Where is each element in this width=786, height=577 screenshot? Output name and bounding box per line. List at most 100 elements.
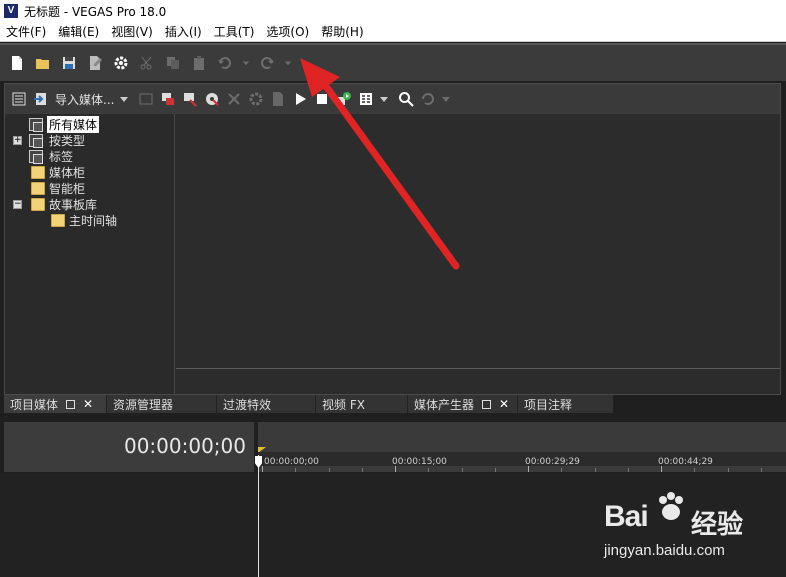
tree-item-by-type[interactable]: + 按类型 — [5, 132, 174, 148]
expand-icon[interactable]: + — [13, 135, 22, 145]
import-dropdown-icon[interactable] — [120, 96, 129, 102]
tree-item-label: 媒体柜 — [49, 165, 86, 180]
media-bin-icon — [29, 117, 43, 132]
views-dropdown-icon[interactable] — [380, 96, 389, 102]
tree-item-main-timeline[interactable]: 主时间轴 — [5, 212, 174, 228]
ruler-tick — [760, 468, 762, 472]
tab-project-notes[interactable]: 项目注释 — [518, 395, 614, 413]
paste-icon[interactable] — [188, 52, 210, 74]
stop-icon[interactable] — [312, 88, 332, 110]
media-list-area[interactable] — [176, 114, 780, 368]
menu-edit[interactable]: 编辑(E) — [52, 23, 105, 40]
project-media-panel: 导入媒体... 所有媒体 + 按类型 标签 媒体柜 智能柜 − 故事板库 主时间… — [4, 83, 781, 395]
open-folder-icon[interactable] — [32, 52, 54, 74]
play-icon[interactable] — [290, 88, 310, 110]
new-file-icon[interactable] — [6, 52, 28, 74]
menu-bar: 文件(F) 编辑(E) 视图(V) 插入(I) 工具(T) 选项(O) 帮助(H… — [0, 22, 786, 42]
timecode-display: 00:00:00;00 — [123, 434, 246, 458]
media-undo-dropdown-icon[interactable] — [442, 96, 451, 102]
ruler-tick — [528, 466, 529, 472]
search-icon[interactable] — [396, 88, 416, 110]
vegas-app-icon: V — [4, 4, 18, 18]
capture-icon[interactable] — [136, 88, 156, 110]
ruler-tick — [561, 468, 563, 472]
tree-item-label: 智能柜 — [49, 181, 86, 196]
disc-icon[interactable] — [202, 88, 222, 110]
view-mode-icon[interactable] — [9, 88, 29, 110]
ruler-label: 00:00:44;29 — [658, 457, 713, 467]
import-media-button[interactable]: 导入媒体... — [55, 91, 114, 108]
tab-explorer[interactable]: 资源管理器 — [107, 395, 217, 413]
tree-item-storyboard[interactable]: − 故事板库 — [5, 196, 174, 212]
folder-icon — [31, 181, 45, 195]
views-icon[interactable] — [356, 88, 376, 110]
ruler-tick — [661, 466, 662, 472]
tree-item-label: 故事板库 — [49, 197, 98, 212]
undo-dropdown-icon[interactable] — [240, 52, 252, 74]
tab-label: 视频 FX — [322, 397, 365, 412]
tree-item-label: 按类型 — [49, 133, 86, 148]
title-bar: V 无标题 - VEGAS Pro 18.0 — [0, 0, 786, 22]
menu-file[interactable]: 文件(F) — [0, 23, 52, 40]
ruler-label: 00:00:15;00 — [392, 457, 447, 467]
tab-transitions[interactable]: 过渡特效 — [217, 395, 316, 413]
get-media-icon[interactable] — [158, 88, 178, 110]
tab-media-generators[interactable]: 媒体产生器 ✕ — [408, 395, 518, 413]
save-icon[interactable] — [58, 52, 80, 74]
ruler-label: 00:00:00;00 — [264, 457, 319, 467]
window-title: 无标题 - VEGAS Pro 18.0 — [24, 4, 167, 19]
folder-icon — [51, 213, 65, 227]
tab-label: 过渡特效 — [223, 397, 272, 412]
media-properties-icon[interactable] — [268, 88, 288, 110]
media-toolbar: 导入媒体... — [5, 84, 780, 114]
tree-item-media-bin[interactable]: 媒体柜 — [5, 164, 174, 180]
menu-insert[interactable]: 插入(I) — [159, 23, 208, 40]
tab-project-media[interactable]: 项目媒体 ✕ — [4, 395, 107, 413]
close-icon[interactable]: ✕ — [83, 397, 93, 411]
redo-icon[interactable] — [256, 52, 278, 74]
auto-preview-icon[interactable] — [334, 88, 354, 110]
tree-item-smart-bin[interactable]: 智能柜 — [5, 180, 174, 196]
tab-label: 项目注释 — [524, 397, 573, 412]
media-undo-icon[interactable] — [418, 88, 438, 110]
window-docking-tabs: 项目媒体 ✕ 资源管理器 过渡特效 视频 FX 媒体产生器 ✕ 项目注释 — [4, 395, 614, 413]
tree-item-label: 主时间轴 — [69, 213, 118, 228]
menu-help[interactable]: 帮助(H) — [315, 23, 369, 40]
menu-tools[interactable]: 工具(T) — [208, 23, 261, 40]
close-icon[interactable]: ✕ — [499, 397, 509, 411]
ruler-tick — [428, 468, 430, 472]
media-bin-icon — [29, 149, 43, 164]
properties-gear-icon[interactable] — [110, 52, 132, 74]
baidu-jingyan-watermark: Bai 经验 jingyan.baidu.com — [598, 490, 784, 570]
import-media-icon[interactable] — [31, 88, 51, 110]
tree-item-all-media[interactable]: 所有媒体 — [5, 115, 174, 133]
ruler-tick — [328, 468, 330, 472]
tree-item-label: 标签 — [49, 149, 74, 164]
ruler-label: 00:00:29;29 — [525, 457, 580, 467]
tab-video-fx[interactable]: 视频 FX — [316, 395, 408, 413]
media-fx-icon[interactable] — [246, 88, 266, 110]
ruler-tick — [461, 468, 463, 472]
menu-view[interactable]: 视图(V) — [105, 23, 159, 40]
ruler-tick — [295, 468, 297, 472]
timeline-ruler[interactable]: 00:00:00;00 00:00:15;00 00:00:29;29 00:0… — [258, 422, 786, 472]
extract-audio-icon[interactable] — [180, 88, 200, 110]
tree-item-tags[interactable]: 标签 — [5, 148, 174, 164]
copy-icon[interactable] — [162, 52, 184, 74]
menu-options[interactable]: 选项(O) — [260, 23, 315, 40]
playhead-cursor[interactable] — [258, 455, 259, 577]
ruler-tick — [594, 468, 596, 472]
tree-item-label: 所有媒体 — [47, 115, 100, 133]
cut-icon[interactable] — [136, 52, 158, 74]
undock-icon[interactable] — [482, 399, 492, 409]
media-horizontal-scroll[interactable] — [176, 368, 780, 394]
folder-icon — [31, 165, 45, 179]
remove-icon[interactable] — [224, 88, 244, 110]
undock-icon[interactable] — [66, 399, 76, 409]
undo-icon[interactable] — [214, 52, 236, 74]
collapse-icon[interactable]: − — [13, 199, 22, 209]
save-as-icon[interactable] — [84, 52, 106, 74]
tab-label: 资源管理器 — [113, 397, 174, 412]
redo-dropdown-icon[interactable] — [282, 52, 294, 74]
ruler-tick — [361, 468, 363, 472]
